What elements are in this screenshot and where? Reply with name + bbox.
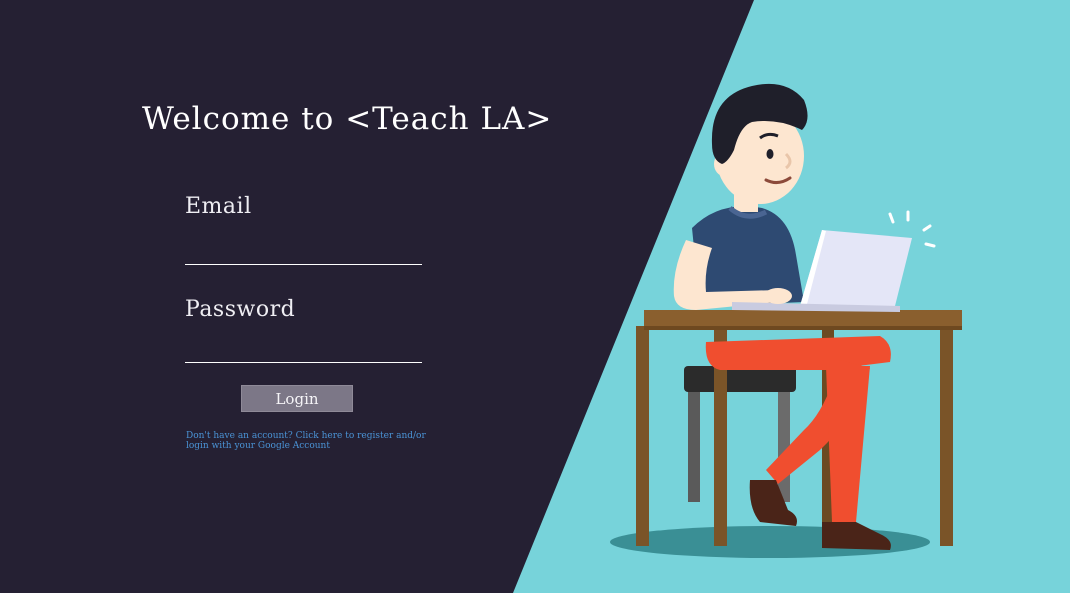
lower-leg	[826, 366, 870, 522]
page-title: Welcome to <Teach LA>	[142, 101, 553, 137]
shoe-front	[822, 522, 891, 550]
chair-leg-front	[778, 390, 790, 502]
person-at-laptop-illustration	[610, 83, 962, 558]
motion-mark-1	[888, 212, 895, 224]
login-button[interactable]: Login	[241, 385, 353, 412]
laptop-screen	[800, 230, 912, 310]
login-page: Welcome to <Teach LA> Email Password Log…	[0, 0, 1070, 593]
register-link[interactable]: Don't have an account? Click here to reg…	[186, 431, 431, 451]
password-input[interactable]	[185, 337, 422, 363]
email-label: Email	[185, 194, 252, 219]
motion-mark-4	[924, 242, 936, 248]
upper-legs	[705, 336, 891, 370]
chair-leg-back	[688, 390, 700, 502]
email-input[interactable]	[185, 239, 422, 265]
eye	[766, 149, 774, 159]
hand	[764, 288, 792, 304]
password-label: Password	[185, 297, 296, 322]
table-leg-right	[940, 326, 953, 546]
table-top-shade	[644, 326, 962, 330]
motion-mark-3	[922, 224, 932, 232]
table-leg-left	[636, 326, 649, 546]
